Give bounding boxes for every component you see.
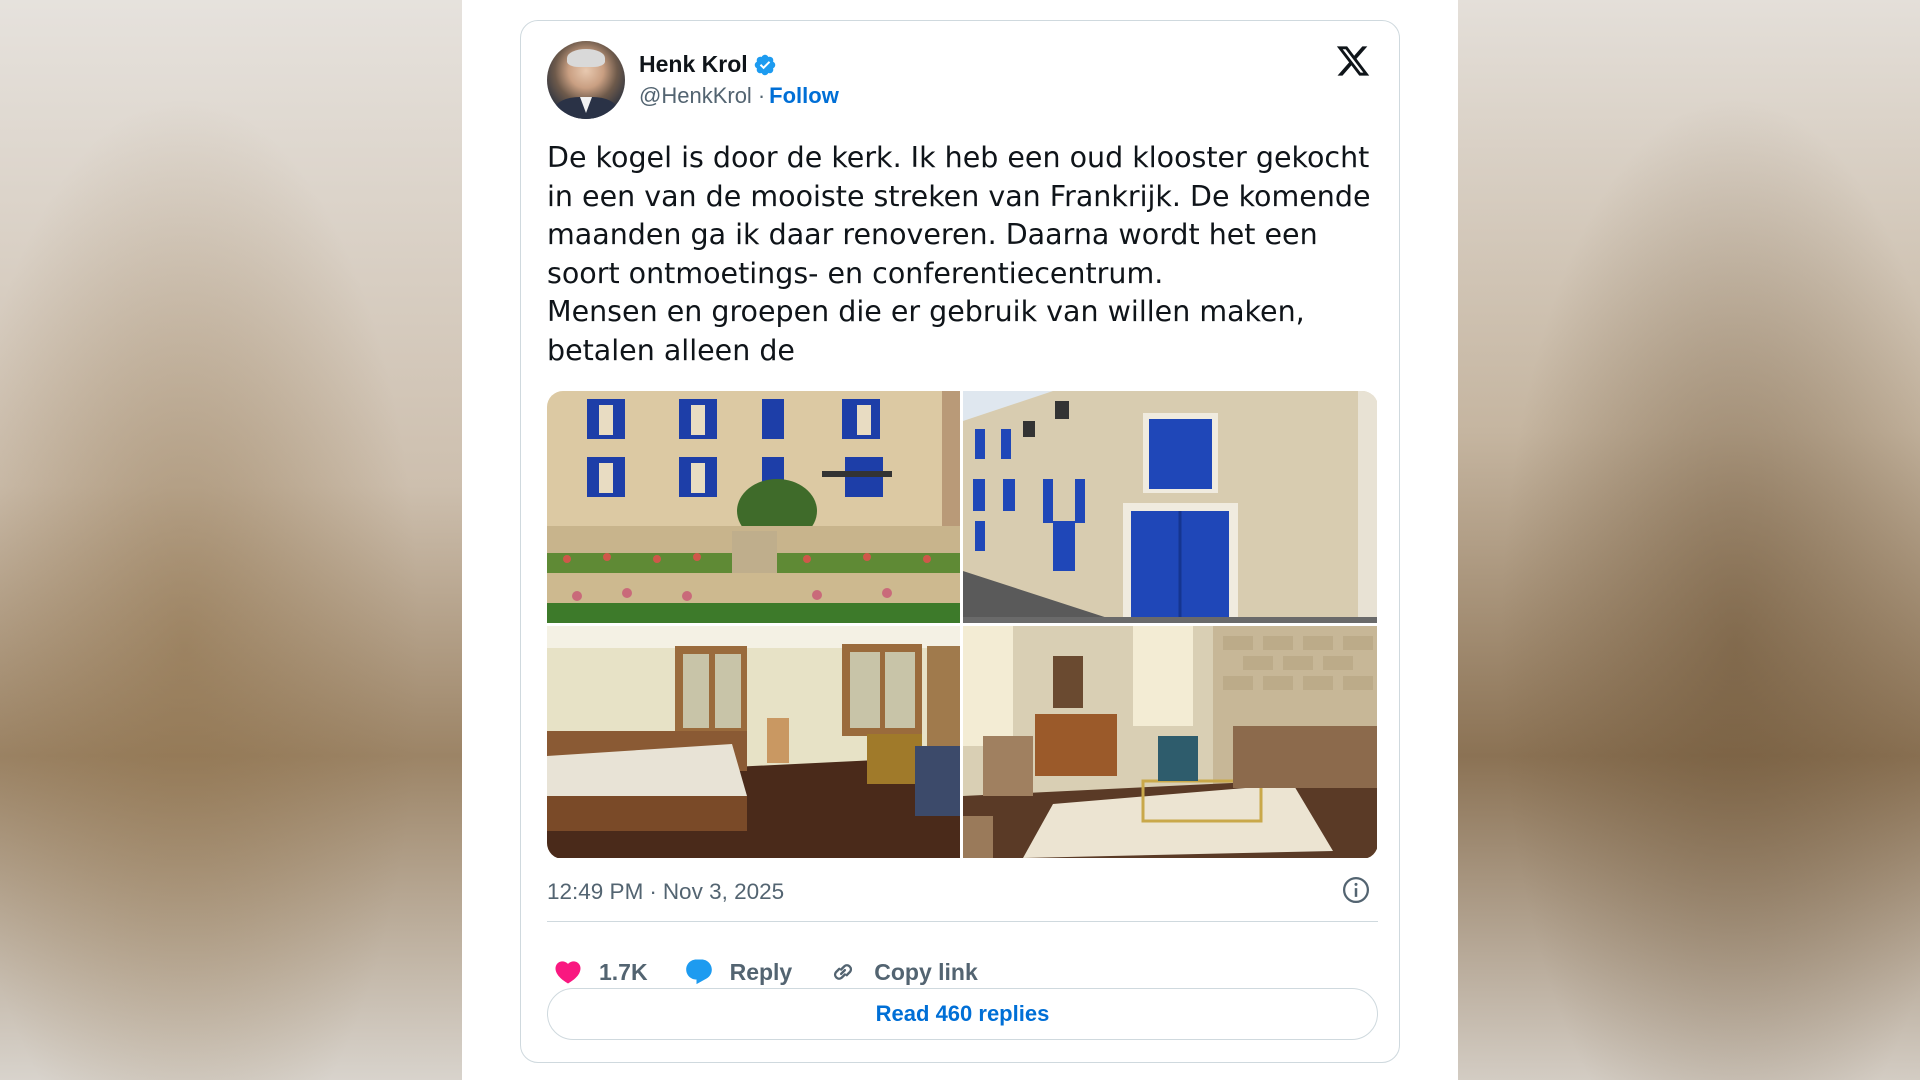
copy-link-label: Copy link <box>874 958 978 985</box>
photo-living-room[interactable] <box>963 626 1377 858</box>
background-left <box>0 0 462 1080</box>
verified-badge-icon <box>754 54 775 75</box>
author-handle[interactable]: @HenkKrol <box>639 83 752 109</box>
reply-label: Reply <box>729 958 793 985</box>
tweet-time: 12:49 PM <box>547 879 644 904</box>
link-icon <box>834 964 853 980</box>
tweet-card: Henk Krol @HenkKrol · Follow De kogel is… <box>520 20 1400 1063</box>
info-icon[interactable] <box>1341 875 1371 905</box>
tweet-text: De kogel is door de kerk. Ik heb een oud… <box>547 141 1371 367</box>
separator-dot: · <box>757 83 766 108</box>
follow-button[interactable]: Follow <box>769 83 839 109</box>
timestamp-separator: · <box>649 879 657 904</box>
author-name[interactable]: Henk Krol <box>639 51 748 78</box>
divider <box>547 921 1378 922</box>
photo-facade-doors[interactable] <box>963 391 1377 623</box>
timestamp[interactable]: 12:49 PM · Nov 3, 2025 <box>547 879 784 905</box>
photo-facade-garden[interactable] <box>547 391 960 623</box>
like-count: 1.7K <box>599 958 648 985</box>
x-logo-icon[interactable] <box>1335 43 1371 79</box>
avatar[interactable] <box>547 41 625 119</box>
copy-link-button[interactable]: Copy link <box>828 957 978 987</box>
like-button[interactable]: 1.7K <box>553 957 648 987</box>
media-grid <box>547 391 1378 859</box>
action-bar: 1.7K Reply Copy link <box>553 957 1014 987</box>
handle-row: @HenkKrol · Follow <box>639 83 839 109</box>
background-right <box>1458 0 1920 1080</box>
read-replies-button[interactable]: Read 460 replies <box>547 988 1378 1040</box>
heart-icon <box>555 961 581 984</box>
photo-bedroom[interactable] <box>547 626 960 858</box>
tweet-date: Nov 3, 2025 <box>662 879 785 904</box>
speech-bubble-icon <box>685 959 712 985</box>
author-row: Henk Krol <box>639 51 777 78</box>
reply-button[interactable]: Reply <box>684 957 793 987</box>
page: Henk Krol @HenkKrol · Follow De kogel is… <box>462 0 1458 1080</box>
